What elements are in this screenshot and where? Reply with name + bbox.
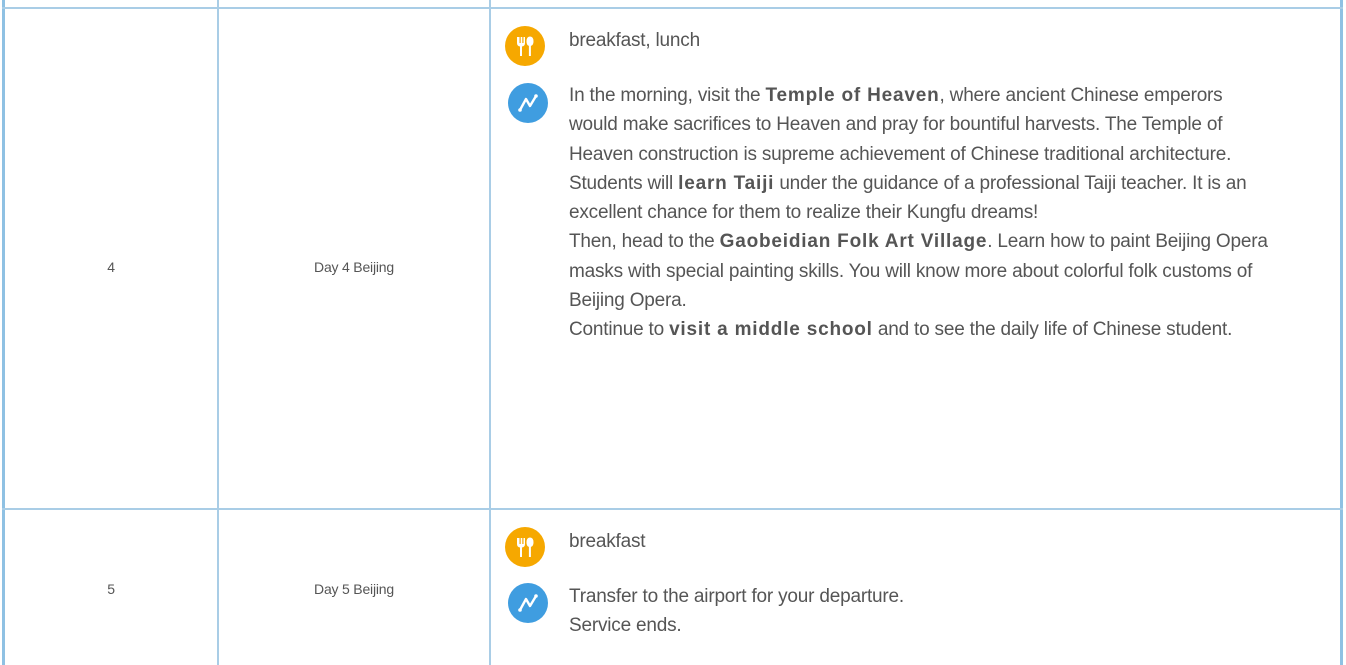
column-divider-1 [217, 0, 219, 665]
day-number: 5 [107, 581, 115, 597]
highlight-attraction: Temple of Heaven [765, 85, 940, 106]
meal-icon [505, 26, 545, 66]
highlight-activity: learn Taiji [678, 172, 775, 194]
itinerary-table: 4 Day 4 Beijing breakfast, lunch In the … [0, 0, 1346, 665]
highlight-activity: visit a middle school [669, 319, 873, 341]
description-paragraph: In the morning, visit the Temple of Heav… [569, 85, 1232, 165]
day-title: Day 4 Beijing [314, 259, 394, 275]
route-icon [508, 83, 548, 123]
description-paragraph: Then, head to the Gaobeidian Folk Art Vi… [569, 231, 1268, 312]
day-number: 4 [107, 259, 115, 275]
description-line: Service ends. [569, 615, 682, 637]
description-paragraph: Continue to visit a middle school and to… [569, 319, 1233, 341]
table-border-right [1340, 0, 1343, 665]
day-title: Day 5 Beijing [314, 581, 394, 597]
row-divider-4-5 [2, 508, 1343, 510]
description-paragraph: Students will learn Taiji under the guid… [569, 172, 1247, 224]
row-divider-top [2, 7, 1343, 9]
route-icon [508, 583, 548, 623]
column-divider-2 [489, 0, 491, 665]
meals-text: breakfast, lunch [569, 30, 700, 51]
meals-text: breakfast [569, 531, 646, 552]
highlight-attraction: Gaobeidian Folk Art Village [719, 231, 988, 253]
description-line: Transfer to the airport for your departu… [569, 586, 904, 607]
day-description: In the morning, visit the Temple of Heav… [569, 81, 1274, 345]
meal-icon [505, 527, 545, 567]
table-border-left [2, 0, 5, 665]
day-description: Transfer to the airport for your departu… [569, 582, 1274, 641]
